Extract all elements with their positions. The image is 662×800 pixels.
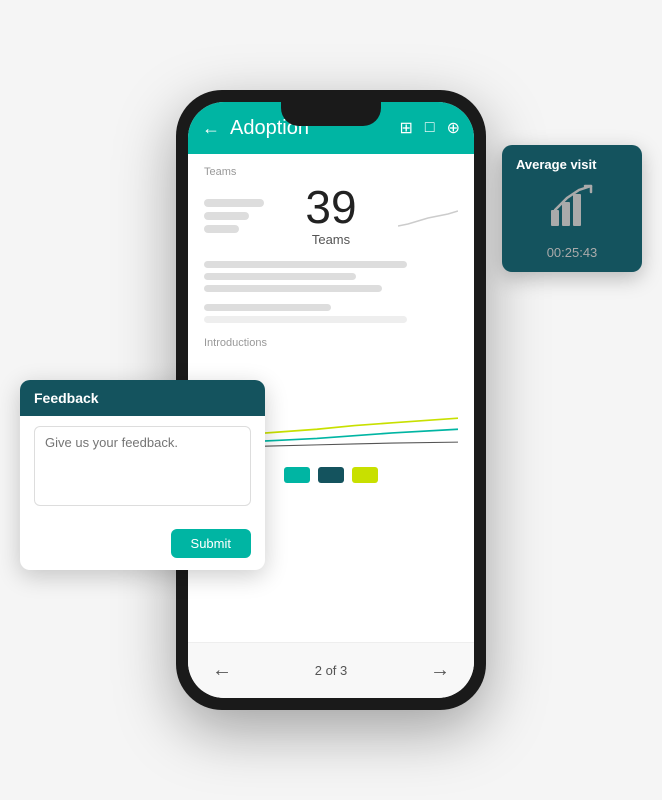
content-bar-2 xyxy=(204,273,356,280)
teams-row: 39 Teams xyxy=(204,184,458,247)
page-indicator: 2 of 3 xyxy=(315,663,348,678)
content-bar-4 xyxy=(204,304,331,311)
feedback-footer: Submit xyxy=(20,521,265,570)
bar-2 xyxy=(204,212,249,220)
content-bar-3 xyxy=(204,285,382,292)
feedback-submit-button[interactable]: Submit xyxy=(171,529,251,558)
back-button[interactable]: ← xyxy=(202,118,220,139)
growth-chart-icon xyxy=(547,182,597,237)
feedback-body xyxy=(20,416,265,521)
content-bars xyxy=(188,255,474,298)
header-icons: ⊞ □ ⊕ xyxy=(400,118,460,138)
globe-icon[interactable]: ⊕ xyxy=(447,118,460,138)
teams-big-number: 39 xyxy=(274,184,388,230)
teams-bars-left xyxy=(204,199,264,233)
teams-center: 39 Teams xyxy=(274,184,388,247)
content-bars-2 xyxy=(188,298,474,329)
avg-visit-title: Average visit xyxy=(516,157,628,172)
teams-sublabel: Teams xyxy=(274,232,388,247)
bottom-nav: ← 2 of 3 → xyxy=(188,642,474,698)
content-bar-1 xyxy=(204,261,407,268)
feedback-header: Feedback xyxy=(20,380,265,416)
legend-teal xyxy=(284,467,310,483)
teams-section: Teams 39 Teams xyxy=(188,154,474,255)
intro-section: Introductions xyxy=(188,329,474,359)
legend-lime xyxy=(352,467,378,483)
teams-label: Teams xyxy=(204,166,458,178)
feedback-title: Feedback xyxy=(34,390,251,406)
content-bar-5 xyxy=(204,316,407,323)
scene: Average visit 00:25:43 Feedback xyxy=(0,0,662,800)
next-button[interactable]: → xyxy=(430,659,450,682)
teams-chart xyxy=(398,196,458,236)
feedback-card: Feedback Submit xyxy=(20,380,265,570)
avg-visit-card: Average visit 00:25:43 xyxy=(502,145,642,272)
intro-label: Introductions xyxy=(204,337,458,349)
phone-notch xyxy=(281,102,381,126)
avg-visit-time: 00:25:43 xyxy=(516,245,628,260)
bar-1 xyxy=(204,199,264,207)
feedback-input[interactable] xyxy=(34,426,251,506)
grid-icon[interactable]: ⊞ xyxy=(400,118,413,138)
bookmark-icon[interactable]: □ xyxy=(425,119,435,137)
legend-dark-teal xyxy=(318,467,344,483)
prev-button[interactable]: ← xyxy=(212,659,232,682)
avg-visit-icon-area xyxy=(516,182,628,237)
bar-3 xyxy=(204,225,239,233)
